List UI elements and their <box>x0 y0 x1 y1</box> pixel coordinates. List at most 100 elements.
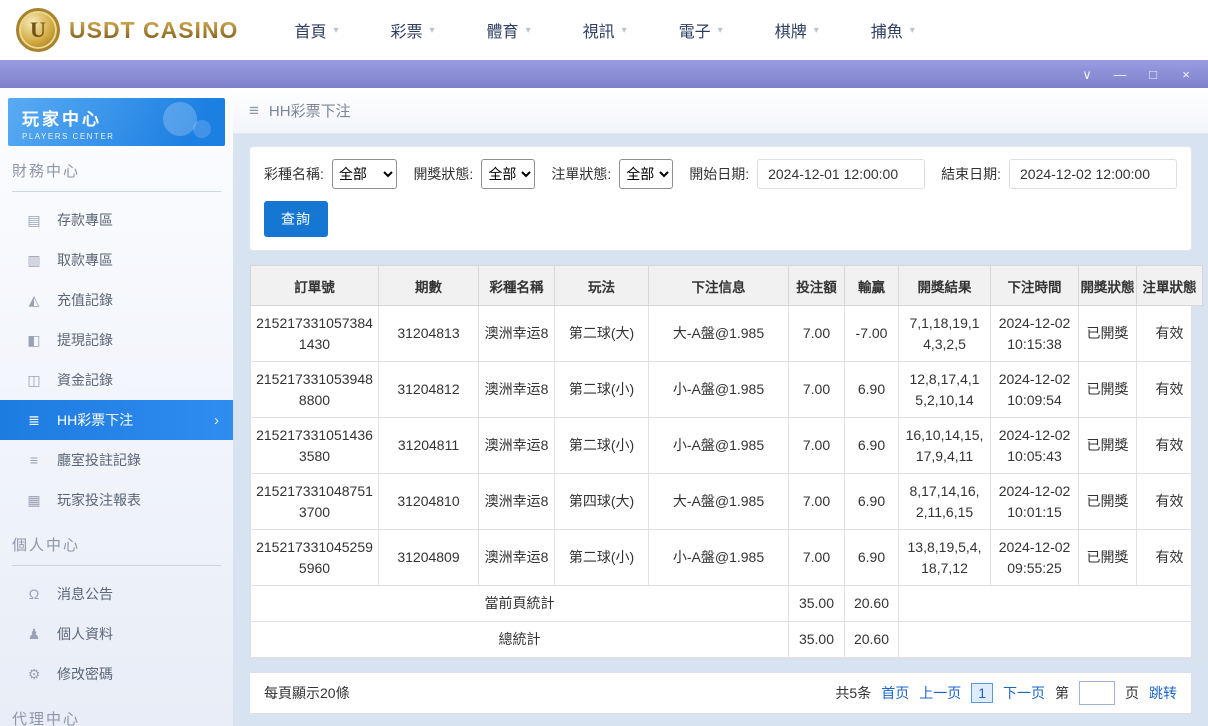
sidebar-item-label: 個人資料 <box>57 626 113 642</box>
summary-label: 當前頁統計 <box>250 585 789 622</box>
prev-page-link[interactable]: 上一页 <box>919 683 961 703</box>
lottery-bets-icon: ≣ <box>28 411 40 428</box>
nav-item-label: 體育 <box>486 24 519 41</box>
order-status-select[interactable]: 全部 <box>619 159 674 189</box>
sidebar-item[interactable]: ≣ HH彩票下注 › <box>0 400 233 440</box>
brand-logo[interactable]: U USDT CASINO <box>16 8 238 52</box>
nav-item[interactable]: 棋牌 ▾ <box>775 18 819 42</box>
bets-table: 訂單號 期數 彩種名稱 玩法 下注信息 投注額 輸贏 開獎結果 下注時間 開獎狀態 注單狀態 215… <box>250 265 1203 658</box>
page-jump-input[interactable] <box>1079 681 1115 705</box>
table-row: 2152173310514363580 31204811 澳洲幸运8 第二球(小) 小-… <box>250 417 1203 474</box>
sidebar-item[interactable]: ◫ 資金記錄 <box>0 360 233 400</box>
cell-order-status: 有效 <box>1136 417 1203 474</box>
hamburger-menu-icon[interactable]: ≡ <box>249 101 259 121</box>
end-date-input[interactable] <box>1009 159 1177 189</box>
collapse-window-button[interactable]: ∨ <box>1080 68 1094 81</box>
start-date-input[interactable] <box>757 159 926 189</box>
nav-item-label: 彩票 <box>390 24 423 41</box>
nav-item[interactable]: 體育 ▾ <box>487 18 531 42</box>
summary-label: 總統計 <box>250 621 789 658</box>
sidebar-item[interactable]: ◭ 充值記錄 <box>0 280 233 320</box>
first-page-link[interactable]: 首页 <box>881 683 909 703</box>
cell-time: 2024-12-02 10:15:38 <box>990 305 1079 362</box>
sidebar-item-label: 提現記錄 <box>57 332 113 348</box>
window-title-bar: ∨ — □ × <box>0 60 1208 88</box>
nav-item[interactable]: 彩票 ▾ <box>391 18 435 42</box>
sidebar-item-label: 修改密碼 <box>57 666 113 682</box>
cell-win-loss: -7.00 <box>844 305 899 362</box>
cell-win-loss: 6.90 <box>844 529 899 586</box>
cell-amount: 7.00 <box>788 305 845 362</box>
page-size-text: 每頁顯示20條 <box>264 685 350 701</box>
cell-result: 16,10,14,15,17,9,4,11 <box>898 417 991 474</box>
summary-bet-amount: 35.00 <box>788 585 845 622</box>
cell-bet-info: 小-A盤@1.985 <box>648 361 789 418</box>
sidebar-item[interactable]: ▦ 玩家投注報表 <box>0 480 233 520</box>
nav-item-label: 捕魚 <box>870 24 903 41</box>
minimize-window-button[interactable]: — <box>1113 68 1127 81</box>
top-header: U USDT CASINO 首頁 ▾ 彩票 ▾ 體育 ▾ 視訊 ▾ 電子 ▾ 棋牌 ▾ 捕魚 ▾ <box>0 0 1208 60</box>
content-area: 彩種名稱: 全部 開獎狀態: 全部 注單狀態: 全部 開始日期: 結束日期: 查… <box>233 134 1208 726</box>
room-bet-record-icon: ≡ <box>29 452 39 468</box>
cashout-record-icon: ◧ <box>27 331 41 348</box>
summary-empty <box>898 585 1203 622</box>
cell-time: 2024-12-02 10:05:43 <box>990 417 1079 474</box>
next-page-link[interactable]: 下一页 <box>1003 683 1045 703</box>
column-header: 玩法 <box>554 265 649 306</box>
sidebar-item-label: 存款專區 <box>57 212 113 228</box>
cell-period: 31204809 <box>378 529 479 586</box>
nav-item[interactable]: 電子 ▾ <box>679 18 723 42</box>
column-header: 彩種名稱 <box>478 265 555 306</box>
nav-item-label: 首頁 <box>294 24 327 41</box>
sidebar-item[interactable]: ▥ 取款專區 <box>0 240 233 280</box>
cell-result: 12,8,17,4,15,2,10,14 <box>898 361 991 418</box>
sidebar-item[interactable]: ▤ 存款專區 <box>0 200 233 240</box>
sidebar-item[interactable]: ≡ 廳室投註記錄 <box>0 440 233 480</box>
sidebar-item-label: 玩家投注報表 <box>57 492 141 508</box>
cell-play: 第二球(大) <box>554 305 649 362</box>
summary-row: 總統計 35.00 20.60 <box>250 621 1203 658</box>
cell-period: 31204812 <box>378 361 479 418</box>
lottery-name-select[interactable]: 全部 <box>331 159 398 189</box>
sidebar-item-label: HH彩票下注 <box>57 412 134 428</box>
logo-coin-icon: U <box>16 8 60 52</box>
sidebar-item[interactable]: Ω 消息公告 <box>0 574 233 614</box>
close-window-button[interactable]: × <box>1179 68 1193 81</box>
current-page-indicator[interactable]: 1 <box>971 683 993 703</box>
nav-item[interactable]: 首頁 ▾ <box>294 18 338 42</box>
cell-draw-status: 已開獎 <box>1078 417 1137 474</box>
player-center-banner: 玩家中心 PLAYERS CENTER <box>8 98 225 146</box>
cell-order-id: 2152173310573841430 <box>250 305 379 362</box>
jump-button[interactable]: 跳转 <box>1149 683 1177 703</box>
draw-status-select[interactable]: 全部 <box>481 159 536 189</box>
filter-row: 彩種名稱: 全部 開獎狀態: 全部 注單狀態: 全部 開始日期: 結束日期: <box>264 159 1177 189</box>
end-date-label: 結束日期: <box>941 166 1001 182</box>
cell-order-status: 有效 <box>1136 361 1203 418</box>
cell-lottery: 澳洲幸运8 <box>478 529 555 586</box>
start-date-label: 開始日期: <box>689 166 750 182</box>
cell-bet-info: 大-A盤@1.985 <box>648 305 789 362</box>
column-header: 注單狀態 <box>1136 265 1203 306</box>
sidebar-item[interactable]: ♟ 個人資料 <box>0 614 233 654</box>
cell-lottery: 澳洲幸运8 <box>478 305 555 362</box>
column-header: 訂單號 <box>250 265 379 306</box>
nav-item[interactable]: 捕魚 ▾ <box>871 18 915 42</box>
nav-item-label: 棋牌 <box>774 24 807 41</box>
draw-status-label: 開獎狀態: <box>413 166 474 182</box>
sidebar-item[interactable]: ⚙ 修改密碼 <box>0 654 233 694</box>
table-body: 2152173310573841430 31204813 澳洲幸运8 第二球(大) 大-… <box>250 305 1203 658</box>
sidebar-section-heading: 個人中心 <box>12 534 221 566</box>
maximize-window-button[interactable]: □ <box>1146 68 1160 81</box>
nav-item[interactable]: 視訊 ▾ <box>583 18 627 42</box>
summary-empty <box>898 621 1203 658</box>
column-header: 投注額 <box>788 265 845 306</box>
search-button[interactable]: 查詢 <box>264 201 328 237</box>
pagination-bar: 每頁顯示20條 共5条 首页 上一页 1 下一页 第 页 跳转 <box>249 672 1192 714</box>
table-row: 2152173310487513700 31204810 澳洲幸运8 第四球(大) 大-… <box>250 473 1203 530</box>
cell-bet-info: 大-A盤@1.985 <box>648 473 789 530</box>
summary-win-loss: 20.60 <box>844 621 899 658</box>
total-count-text: 共5条 <box>835 685 872 701</box>
column-header: 下注時間 <box>990 265 1079 306</box>
bets-table-card: 訂單號 期數 彩種名稱 玩法 下注信息 投注額 輸贏 開獎結果 下注時間 開獎狀態 注單狀態 215… <box>249 264 1203 659</box>
sidebar-item[interactable]: ◧ 提現記錄 <box>0 320 233 360</box>
